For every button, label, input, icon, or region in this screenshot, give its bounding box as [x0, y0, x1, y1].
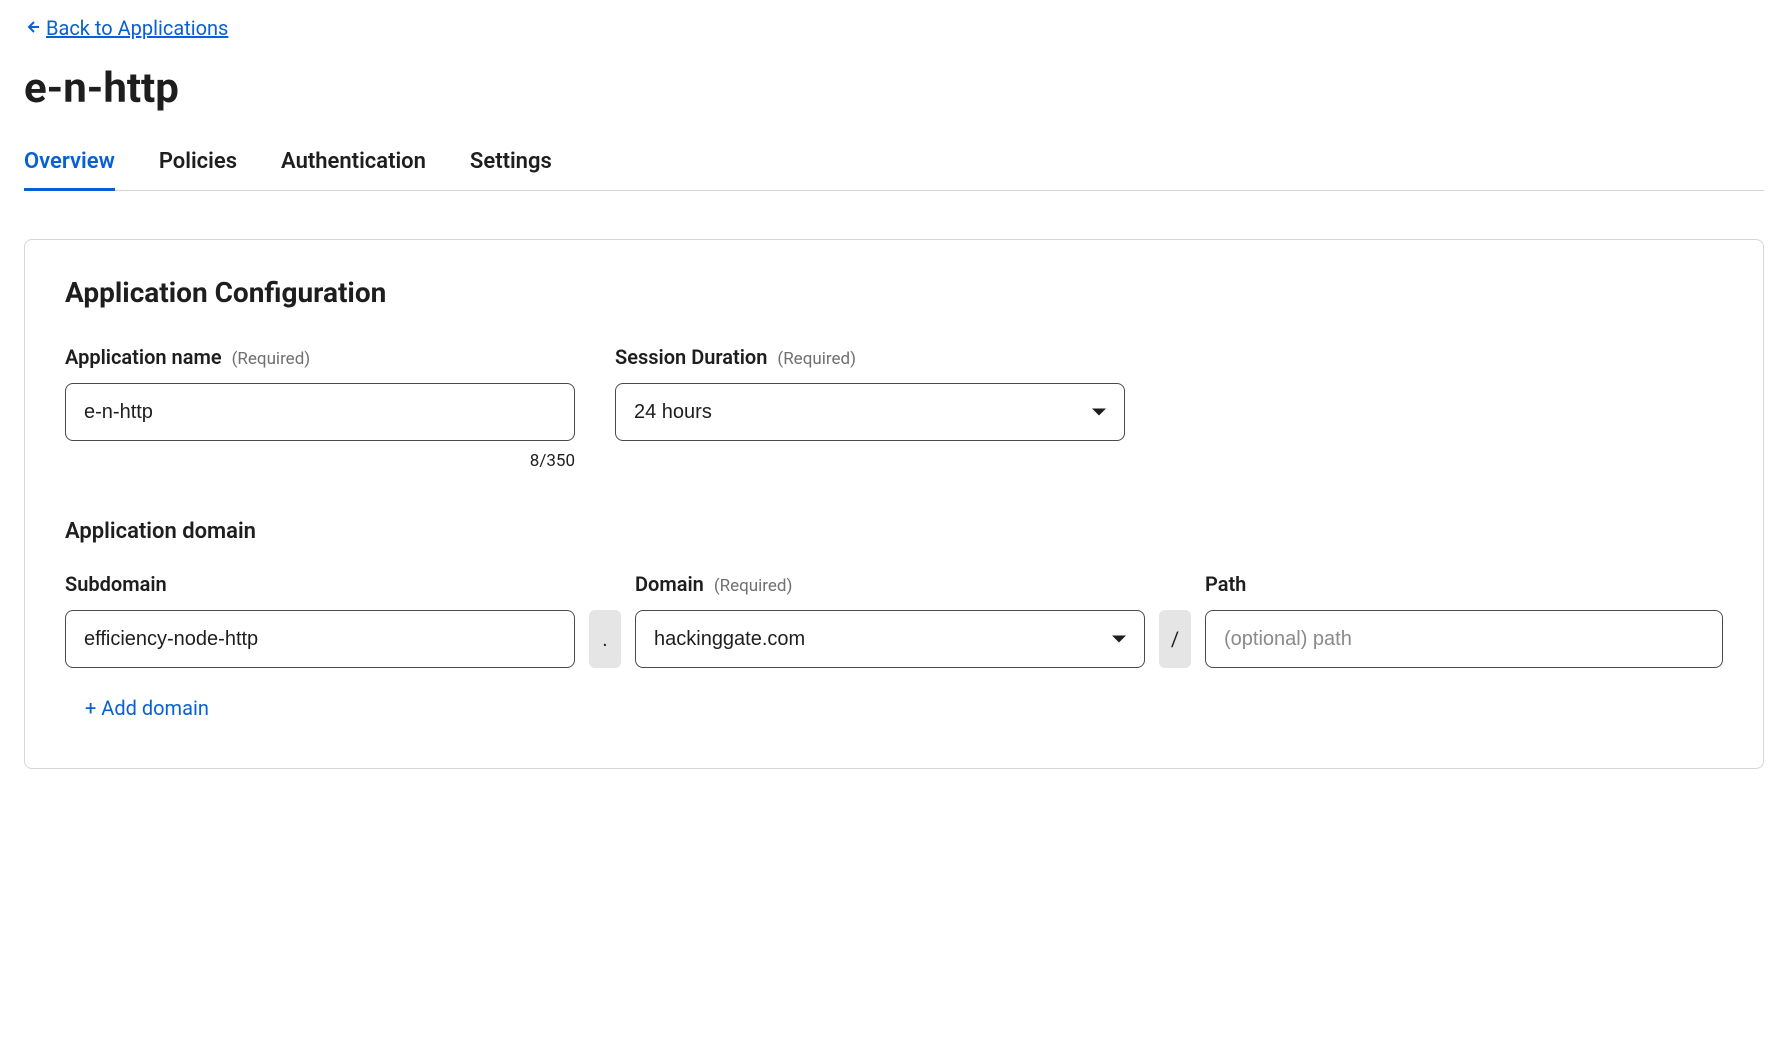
- application-name-input[interactable]: [65, 383, 575, 441]
- arrow-left-icon: [24, 16, 40, 40]
- application-domain-heading: Application domain: [65, 519, 1723, 544]
- add-domain-button[interactable]: + Add domain: [65, 696, 1723, 720]
- required-text: (Required): [777, 349, 856, 369]
- slash-separator: /: [1159, 610, 1191, 668]
- tabs: Overview Policies Authentication Setting…: [24, 149, 1764, 191]
- tab-settings[interactable]: Settings: [470, 149, 552, 191]
- page-title: e-n-http: [24, 64, 1764, 113]
- dot-separator: .: [589, 610, 621, 668]
- application-name-field: Application name (Required) 8/350: [65, 345, 575, 471]
- domain-select[interactable]: hackinggate.com: [635, 610, 1145, 668]
- session-duration-label: Session Duration: [615, 345, 767, 369]
- tab-overview[interactable]: Overview: [24, 149, 115, 191]
- path-input[interactable]: [1205, 610, 1723, 668]
- tab-authentication[interactable]: Authentication: [281, 149, 426, 191]
- subdomain-label: Subdomain: [65, 572, 167, 596]
- required-text: (Required): [714, 576, 793, 596]
- session-duration-select[interactable]: 24 hours: [615, 383, 1125, 441]
- domain-label: Domain: [635, 572, 704, 596]
- session-duration-field: Session Duration (Required) 24 hours: [615, 345, 1125, 471]
- application-name-counter: 8/350: [65, 451, 575, 471]
- required-text: (Required): [232, 349, 311, 369]
- domain-row: Subdomain . Domain (Required) hackinggat…: [65, 572, 1723, 668]
- domain-field: Domain (Required) hackinggate.com: [635, 572, 1145, 668]
- subdomain-field: Subdomain: [65, 572, 575, 668]
- subdomain-input[interactable]: [65, 610, 575, 668]
- back-link-label: Back to Applications: [46, 16, 228, 40]
- path-field: Path: [1205, 572, 1723, 668]
- application-name-label: Application name: [65, 345, 222, 369]
- path-label: Path: [1205, 572, 1246, 596]
- back-to-applications-link[interactable]: Back to Applications: [24, 16, 228, 40]
- tab-policies[interactable]: Policies: [159, 149, 237, 191]
- section-title: Application Configuration: [65, 276, 1723, 309]
- config-card: Application Configuration Application na…: [24, 239, 1764, 769]
